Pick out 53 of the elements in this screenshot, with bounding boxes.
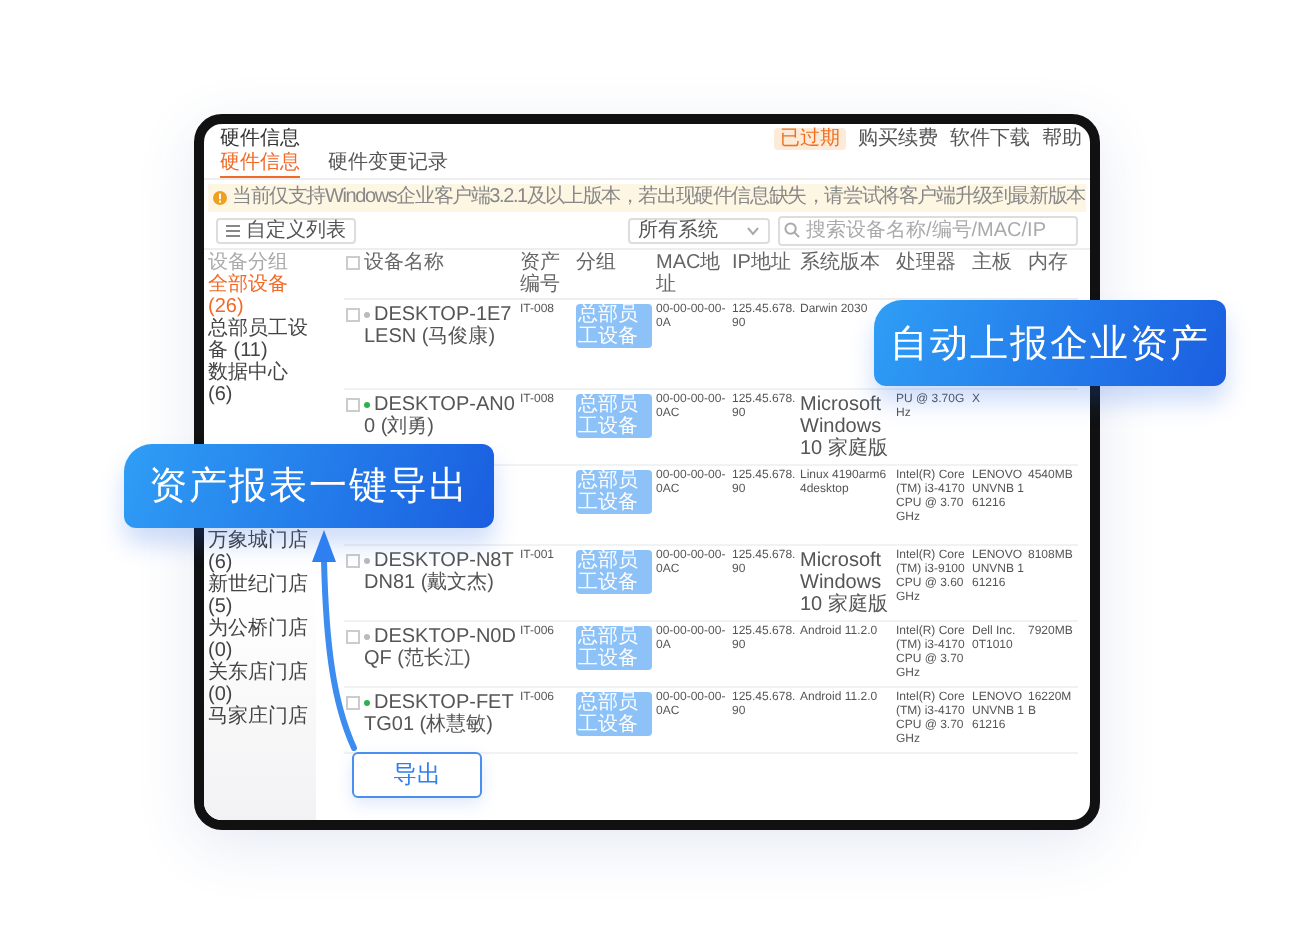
column-header: 处理器 [896, 252, 956, 274]
sidebar-item[interactable]: 关东店门店 (0) [208, 662, 312, 706]
sidebar-item[interactable]: 万象城门店 (6) [208, 530, 312, 574]
custom-list-button[interactable]: 自定义列表 [216, 217, 356, 243]
header-link[interactable]: 软件下载 [950, 128, 1030, 150]
checkbox[interactable] [346, 630, 360, 644]
tab[interactable]: 硬件变更记录 [328, 152, 448, 178]
column-header: MAC地址 [656, 252, 721, 296]
table-cell-text: DESKTOP-1E7LESN (马俊康) [364, 304, 514, 348]
header-link[interactable]: 帮助 [1042, 128, 1082, 150]
column-header: 内存 [1028, 252, 1068, 274]
column-header: 系统版本 [800, 252, 880, 274]
table-cell: DESKTOP-AN00 (刘勇) [364, 394, 516, 438]
column-header: IP地址 [732, 252, 791, 274]
sidebar-item[interactable]: 数据中心 (6) [208, 362, 312, 406]
table-cell: DESKTOP-N0DQF (范长江) [364, 626, 516, 670]
page-title: 硬件信息 [220, 128, 300, 150]
sidebar-item[interactable]: 为公桥门店 (0) [208, 618, 312, 662]
header-link[interactable]: 购买续费 [858, 128, 938, 150]
group-tag: 总部员工设备 [576, 550, 652, 594]
sidebar-item[interactable]: 马家庄门店 [208, 706, 312, 728]
search-field[interactable]: 搜索设备名称/编号/MAC/IP [778, 215, 1078, 245]
table-cell-text: Microsoft Windows 10 家庭版 [800, 550, 890, 616]
search-icon [784, 221, 800, 237]
status-badge: 已过期 [774, 128, 846, 150]
checkbox[interactable] [346, 398, 360, 412]
checkbox[interactable] [346, 256, 360, 270]
sidebar-heading: 设备分组 [208, 252, 290, 274]
column-header: 分组 [576, 252, 616, 274]
callout-banner: 自动上报企业资产 [874, 300, 1226, 386]
list-icon [226, 223, 240, 237]
group-tag: 总部员工设备 [576, 394, 652, 438]
table-cell: DESKTOP-FETTG01 (林慧敏) [364, 692, 516, 736]
checkbox[interactable] [346, 308, 360, 322]
caret-icon [746, 225, 760, 235]
checkbox[interactable] [346, 554, 360, 568]
sidebar-item[interactable]: 总部员工设备 (11) [208, 318, 312, 362]
group-tag: 总部员工设备 [576, 304, 652, 348]
sidebar-item[interactable]: 新世纪门店 (5) [208, 574, 312, 618]
warning-icon [212, 190, 228, 206]
notice-text: 当前仅支持Windows企业客户端3.2.1及以上版本，若出现硬件信息缺失，请尝试将客户端升级到最新版本 [232, 186, 1085, 210]
table-cell-text: Microsoft Windows 10 家庭版 [800, 394, 890, 460]
column-header: 主板 [972, 252, 1012, 274]
callout-banner: 资产报表一键导出 [124, 444, 494, 528]
checkbox[interactable] [346, 696, 360, 710]
group-tag: 总部员工设备 [576, 470, 652, 514]
group-tag: 总部员工设备 [576, 692, 652, 736]
group-tag: 总部员工设备 [576, 626, 652, 670]
column-header: 资产编号 [520, 252, 560, 296]
export-button[interactable]: 导出 [352, 752, 482, 798]
table-cell: DESKTOP-N8TDN81 (戴文杰) [364, 550, 516, 594]
system-dropdown[interactable]: 所有系统 [628, 217, 770, 243]
column-header: 设备名称 [364, 252, 444, 274]
